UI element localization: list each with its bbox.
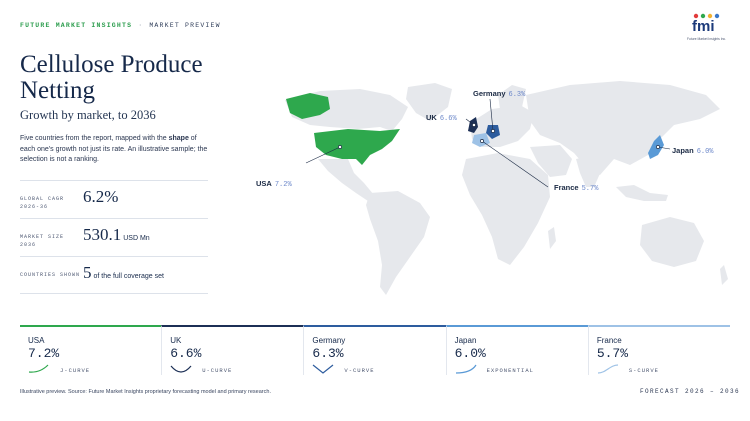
map-label-country: UK — [426, 113, 437, 122]
s-curve-icon — [597, 364, 618, 374]
v-curve-icon — [313, 364, 334, 374]
stat-unit: of the full coverage set — [93, 273, 164, 280]
landmass-mexico — [318, 159, 374, 201]
card-shape: V-CURVE — [344, 367, 375, 374]
description: Five countries from the report, mapped w… — [20, 134, 210, 166]
stat-unit: USD Mn — [123, 235, 150, 242]
country-card-usa: USA 7.2% J-CURVE — [20, 325, 162, 375]
header-separator: · — [138, 22, 144, 29]
card-rate: 5.7% — [596, 346, 629, 361]
card-country: USA — [28, 336, 45, 345]
country-card-france: France 5.7% S-CURVE — [587, 325, 731, 375]
map-label-country: USA — [256, 179, 272, 188]
country-card-uk: UK 6.6% U-CURVE — [161, 325, 304, 375]
stat-label: GLOBAL CAGR 2026-36 — [20, 196, 65, 210]
stat-countries-shown: COUNTRIES SHOWN 5 of the full coverage se… — [20, 256, 208, 294]
land-layer — [285, 81, 728, 295]
world-map: Germany 6.3% UK 6.6% Japan 6.0% France 5.7% … — [230, 55, 745, 305]
card-shape: EXPONENTIAL — [486, 367, 534, 374]
section-name: MARKET PREVIEW — [149, 22, 221, 29]
svg-text:fmi: fmi — [692, 18, 715, 35]
stat-label: MARKET SIZE 2036 — [20, 234, 65, 248]
stat-global-cagr: GLOBAL CAGR 2026-36 6.2% — [20, 180, 208, 218]
map-label-rate: 6.0% — [696, 148, 714, 156]
card-shape: S-CURVE — [628, 367, 659, 374]
map-label-germany: Germany 6.3% — [473, 89, 525, 99]
svg-text:Future Market Insights Inc.: Future Market Insights Inc. — [687, 37, 726, 41]
brand-name: FUTURE MARKET INSIGHTS — [20, 22, 133, 29]
card-rate: 6.3% — [312, 346, 344, 361]
stat-market-size: MARKET SIZE 2036 530.1 USD Mn — [20, 218, 208, 256]
card-rate: 6.0% — [454, 346, 486, 361]
landmass-australia — [640, 217, 704, 267]
card-rate: 7.2% — [28, 346, 60, 361]
card-shape: J-CURVE — [60, 367, 91, 374]
exponential-curve-icon — [455, 364, 477, 374]
page-title: Cellulose Produce Netting — [20, 51, 203, 104]
stat-value: 530.1 USD Mn — [83, 225, 150, 245]
source-note: Illustrative preview. Source: Future Mar… — [20, 389, 271, 395]
header-bar: FUTURE MARKET INSIGHTS · MARKET PREVIEW — [20, 22, 221, 29]
country-card-germany: Germany 6.3% V-CURVE — [303, 325, 446, 375]
map-label-usa: USA 7.2% — [256, 179, 292, 189]
map-label-japan: Japan 6.0% — [672, 146, 714, 156]
stat-value: 5 of the full coverage set — [83, 263, 164, 283]
map-label-rate: 7.2% — [274, 181, 292, 189]
map-label-rate: 6.6% — [439, 115, 457, 123]
j-curve-icon — [28, 364, 49, 373]
map-label-uk: UK 6.6% — [426, 113, 457, 123]
map-label-country: France — [554, 183, 579, 192]
stat-value-number: 5 — [83, 263, 92, 282]
description-emphasis: shape — [168, 135, 189, 142]
landmass-madagascar — [548, 227, 556, 249]
fmi-logo: fmi Future Market Insights Inc. — [687, 13, 726, 41]
stat-label: COUNTRIES SHOWN — [20, 272, 81, 278]
map-label-france: France 5.7% — [554, 183, 598, 193]
description-text: Five countries from the report, mapped w… — [20, 135, 169, 142]
card-country: Germany — [312, 336, 346, 345]
country-card-japan: Japan 6.0% EXPONENTIAL — [445, 325, 588, 375]
landmass-africa — [462, 153, 550, 265]
u-curve-icon — [170, 365, 192, 373]
card-rate: 6.6% — [170, 346, 202, 361]
stat-value-number: 6.2% — [83, 187, 119, 206]
page-subtitle: Growth by market, to 2036 — [20, 108, 156, 122]
stat-value: 6.2% — [83, 187, 118, 207]
stat-value-number: 530.1 — [83, 225, 122, 244]
stats-panel: GLOBAL CAGR 2026-36 6.2% MARKET SIZE 203… — [20, 180, 208, 294]
map-label-country: Japan — [672, 146, 694, 155]
map-label-rate: 5.7% — [581, 185, 599, 193]
landmass-south-america — [366, 191, 430, 295]
country-cards: USA 7.2% J-CURVE UK 6.6% U-CURVE Germany… — [20, 325, 731, 375]
card-country: UK — [170, 336, 182, 345]
card-country: Japan — [454, 336, 477, 345]
landmass-indonesia — [616, 185, 668, 201]
landmass-new-zealand — [720, 265, 728, 285]
card-shape: U-CURVE — [202, 367, 233, 374]
card-country: France — [596, 336, 622, 345]
map-label-country: Germany — [473, 89, 506, 98]
map-label-rate: 6.3% — [508, 91, 526, 99]
forecast-period: FORECAST 2026 – 2036 — [640, 388, 741, 395]
